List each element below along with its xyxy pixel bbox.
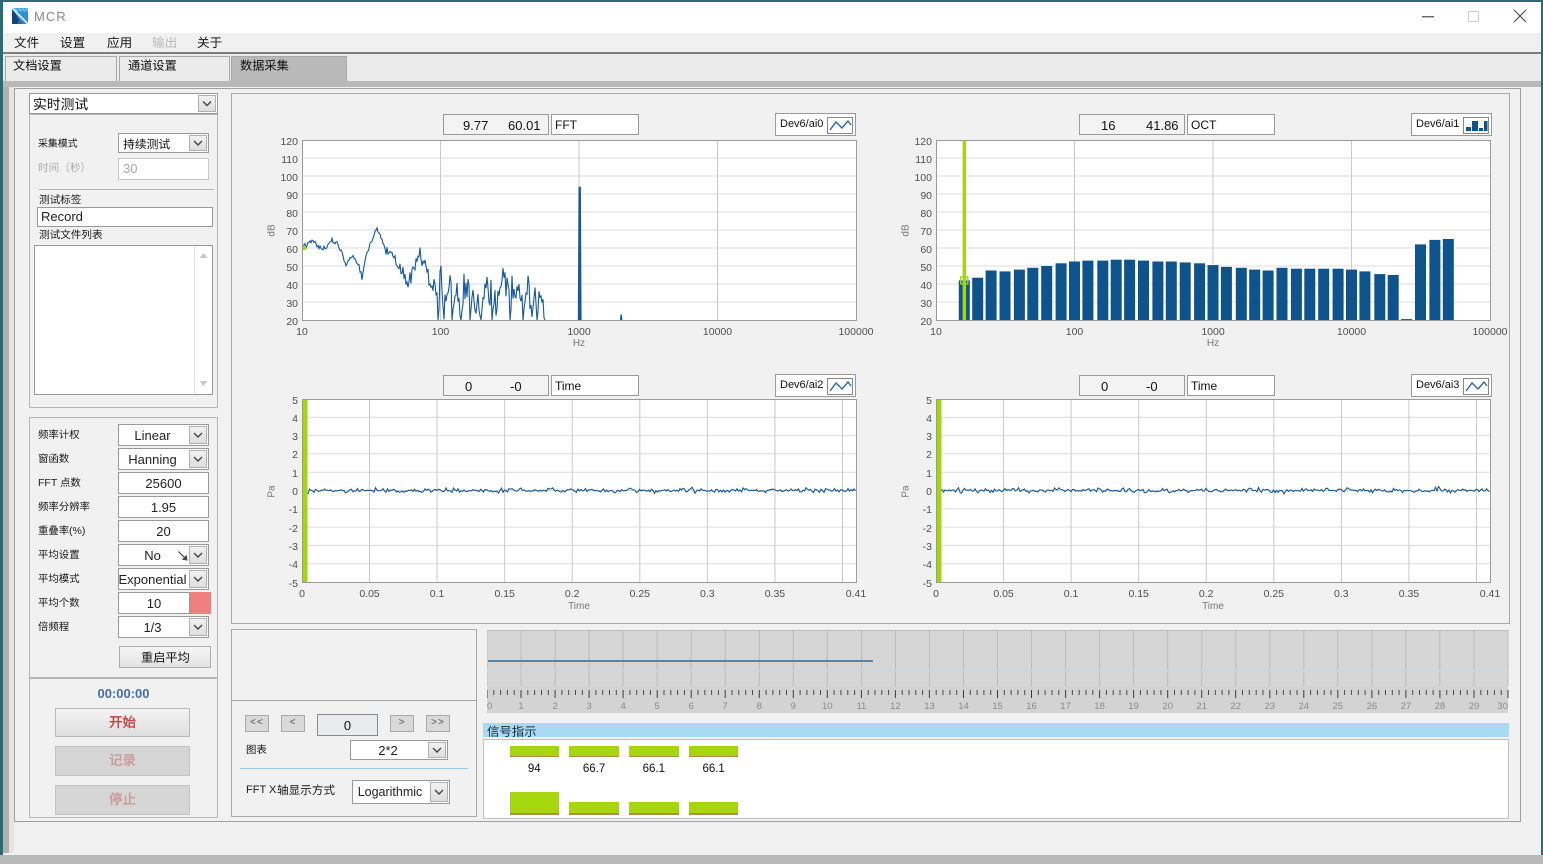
svg-text:30: 30 <box>1497 701 1508 712</box>
svg-text:0: 0 <box>487 701 492 712</box>
svg-text:25: 25 <box>1333 701 1344 712</box>
svg-text:7: 7 <box>723 701 728 712</box>
svg-text:15: 15 <box>992 701 1003 712</box>
svg-text:14: 14 <box>958 701 969 712</box>
svg-text:20: 20 <box>1162 701 1173 712</box>
svg-text:26: 26 <box>1367 701 1378 712</box>
svg-text:5: 5 <box>655 701 660 712</box>
svg-text:8: 8 <box>757 701 762 712</box>
svg-text:23: 23 <box>1265 701 1276 712</box>
svg-text:18: 18 <box>1094 701 1105 712</box>
svg-text:9: 9 <box>791 701 796 712</box>
svg-text:21: 21 <box>1196 701 1207 712</box>
svg-text:17: 17 <box>1060 701 1071 712</box>
svg-text:28: 28 <box>1435 701 1446 712</box>
svg-text:19: 19 <box>1128 701 1139 712</box>
svg-text:4: 4 <box>620 701 625 712</box>
svg-text:22: 22 <box>1230 701 1241 712</box>
svg-text:11: 11 <box>856 701 866 712</box>
svg-text:6: 6 <box>689 701 694 712</box>
svg-text:13: 13 <box>924 701 935 712</box>
svg-text:10: 10 <box>822 701 833 712</box>
svg-text:3: 3 <box>586 701 591 712</box>
svg-text:24: 24 <box>1299 701 1310 712</box>
svg-text:16: 16 <box>1026 701 1037 712</box>
svg-text:12: 12 <box>890 701 901 712</box>
svg-text:1: 1 <box>518 701 523 712</box>
svg-text:27: 27 <box>1401 701 1412 712</box>
svg-text:2: 2 <box>552 701 557 712</box>
svg-text:29: 29 <box>1469 701 1480 712</box>
